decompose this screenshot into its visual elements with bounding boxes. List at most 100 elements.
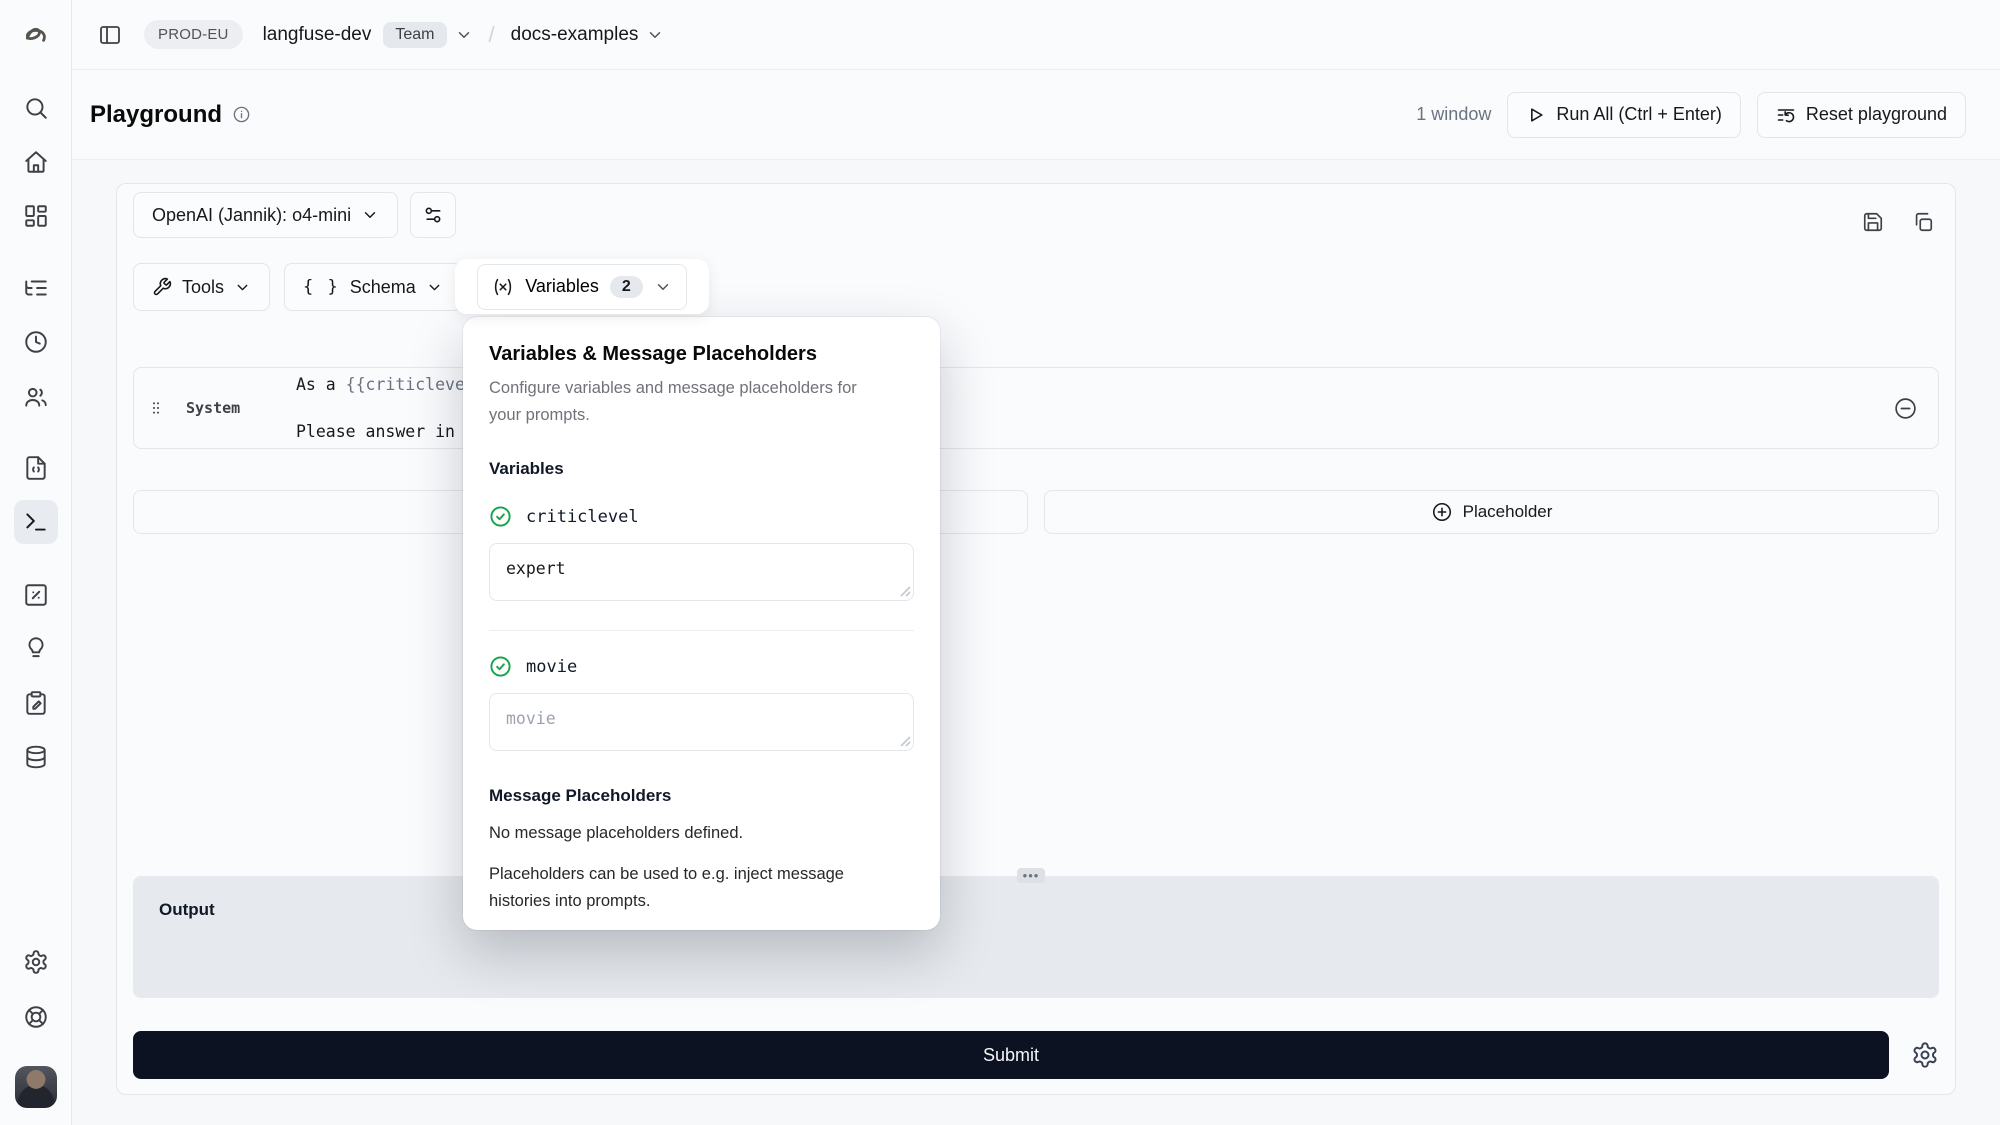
trace-tree-icon xyxy=(23,275,49,301)
wrench-icon xyxy=(152,277,172,297)
environment-badge[interactable]: PROD-EU xyxy=(144,20,243,49)
remove-message-button[interactable] xyxy=(1893,396,1918,421)
chevron-down-icon xyxy=(234,279,251,296)
tools-dropdown-button[interactable]: Tools xyxy=(133,263,270,311)
add-placeholder-button[interactable]: Placeholder xyxy=(1044,490,1939,534)
add-placeholder-label: Placeholder xyxy=(1463,502,1553,522)
resize-handle[interactable]: ••• xyxy=(1017,868,1045,883)
sidebar-item-prompts[interactable] xyxy=(14,446,58,490)
chevron-down-icon xyxy=(455,26,473,44)
window-count: 1 window xyxy=(1416,104,1491,125)
sidebar-item-settings[interactable] xyxy=(14,940,58,984)
panel-left-icon xyxy=(98,23,122,47)
annotation-clipboard-icon xyxy=(23,690,49,716)
variable-value-input-criticlevel[interactable]: expert xyxy=(489,543,914,601)
sidebar-item-playground[interactable] xyxy=(14,500,58,544)
playground-window: OpenAI (Jannik): o4-mini Tools xyxy=(116,183,1956,1095)
gear-icon xyxy=(1911,1041,1939,1069)
variable-row-header: movie xyxy=(489,655,914,678)
chevron-down-icon xyxy=(654,278,672,296)
chevron-down-icon xyxy=(426,279,443,296)
variable-value-input-movie[interactable] xyxy=(489,693,914,751)
settings-gear-icon xyxy=(23,949,49,975)
plus-circle-icon xyxy=(1431,501,1453,523)
braces-icon: { } xyxy=(303,277,340,297)
sidebar-item-insights[interactable] xyxy=(14,626,58,670)
info-icon xyxy=(232,105,251,124)
placeholders-section-heading: Message Placeholders xyxy=(489,786,914,806)
page-header: Playground 1 window Run All (Ctrl + Ente… xyxy=(72,70,2000,160)
variables-label: Variables xyxy=(525,276,599,297)
run-all-label: Run All (Ctrl + Enter) xyxy=(1556,104,1722,125)
minus-circle-icon xyxy=(1893,396,1918,421)
model-selector-label: OpenAI (Jannik): o4-mini xyxy=(152,205,351,226)
topbar: PROD-EU langfuse-dev Team / docs-example… xyxy=(72,0,2000,70)
list-restart-icon xyxy=(1776,105,1796,125)
schema-dropdown-button[interactable]: { } Schema xyxy=(284,263,462,311)
users-icon xyxy=(23,384,49,410)
model-settings-button[interactable] xyxy=(410,192,456,238)
variable-name: criticlevel xyxy=(526,507,639,527)
submit-settings-button[interactable] xyxy=(1911,1041,1939,1069)
sidebar xyxy=(0,0,72,1125)
tools-label: Tools xyxy=(182,277,224,298)
check-circle-icon xyxy=(489,505,512,528)
sidebar-item-datasets[interactable] xyxy=(14,735,58,779)
clock-icon xyxy=(23,329,49,355)
evaluation-percent-icon xyxy=(23,582,49,608)
check-circle-icon xyxy=(489,655,512,678)
variables-trigger-container: Variables 2 xyxy=(455,259,709,314)
variables-dropdown-button[interactable]: Variables 2 xyxy=(477,264,687,310)
run-all-button[interactable]: Run All (Ctrl + Enter) xyxy=(1507,92,1741,138)
playground-page: PROD-EU langfuse-dev Team / docs-example… xyxy=(0,0,2000,1125)
divider xyxy=(489,630,914,631)
drag-handle[interactable] xyxy=(148,400,164,416)
placeholders-hint-text: Placeholders can be used to e.g. inject … xyxy=(489,861,879,915)
sidebar-item-tracing[interactable] xyxy=(14,266,58,310)
avatar[interactable] xyxy=(15,1066,57,1108)
model-selector-button[interactable]: OpenAI (Jannik): o4-mini xyxy=(133,192,398,238)
model-settings-sliders-icon xyxy=(423,205,443,225)
breadcrumb-project[interactable]: docs-examples xyxy=(511,24,639,46)
reset-playground-button[interactable]: Reset playground xyxy=(1757,92,1966,138)
breadcrumb-organization[interactable]: langfuse-dev xyxy=(263,24,372,46)
output-label: Output xyxy=(159,900,215,919)
submit-button[interactable]: Submit xyxy=(133,1031,1889,1079)
sidebar-item-search[interactable] xyxy=(14,86,58,130)
message-role-label[interactable]: System xyxy=(186,399,278,417)
page-title: Playground xyxy=(90,101,222,129)
sidebar-item-home[interactable] xyxy=(14,140,58,184)
breadcrumb-separator: / xyxy=(489,22,495,48)
database-icon xyxy=(23,744,49,770)
variables-popover: Variables & Message Placeholders Configu… xyxy=(463,317,940,930)
variables-count-badge: 2 xyxy=(610,276,643,298)
sidebar-item-support[interactable] xyxy=(14,995,58,1039)
prompt-file-icon xyxy=(23,455,49,481)
sidebar-item-annotation[interactable] xyxy=(14,681,58,725)
variable-row-header: criticlevel xyxy=(489,505,914,528)
org-role-badge[interactable]: Team xyxy=(383,22,446,48)
reset-playground-label: Reset playground xyxy=(1806,104,1947,125)
save-window-button[interactable] xyxy=(1857,206,1889,238)
lightbulb-icon xyxy=(23,635,49,661)
chevron-down-icon xyxy=(361,206,379,224)
sidebar-item-dashboards[interactable] xyxy=(14,194,58,238)
variables-section-heading: Variables xyxy=(489,459,914,479)
langfuse-logo[interactable] xyxy=(14,14,58,58)
play-icon xyxy=(1526,105,1546,125)
copy-window-button[interactable] xyxy=(1907,206,1939,238)
terminal-icon xyxy=(23,509,49,535)
sidebar-item-evaluation[interactable] xyxy=(14,573,58,617)
system-line2-text: Please answer in on xyxy=(296,422,485,441)
dashboard-grid-icon xyxy=(23,203,49,229)
sidebar-item-users[interactable] xyxy=(14,375,58,419)
search-icon xyxy=(23,95,49,121)
page-info-button[interactable] xyxy=(232,105,251,124)
copy-icon xyxy=(1912,211,1934,233)
sidebar-toggle-button[interactable] xyxy=(90,15,130,55)
project-menu-chevron[interactable] xyxy=(646,26,664,44)
org-menu-chevron[interactable] xyxy=(455,26,473,44)
placeholders-empty-text: No message placeholders defined. xyxy=(489,820,914,847)
sidebar-item-sessions[interactable] xyxy=(14,320,58,364)
popover-title: Variables & Message Placeholders xyxy=(489,343,914,366)
